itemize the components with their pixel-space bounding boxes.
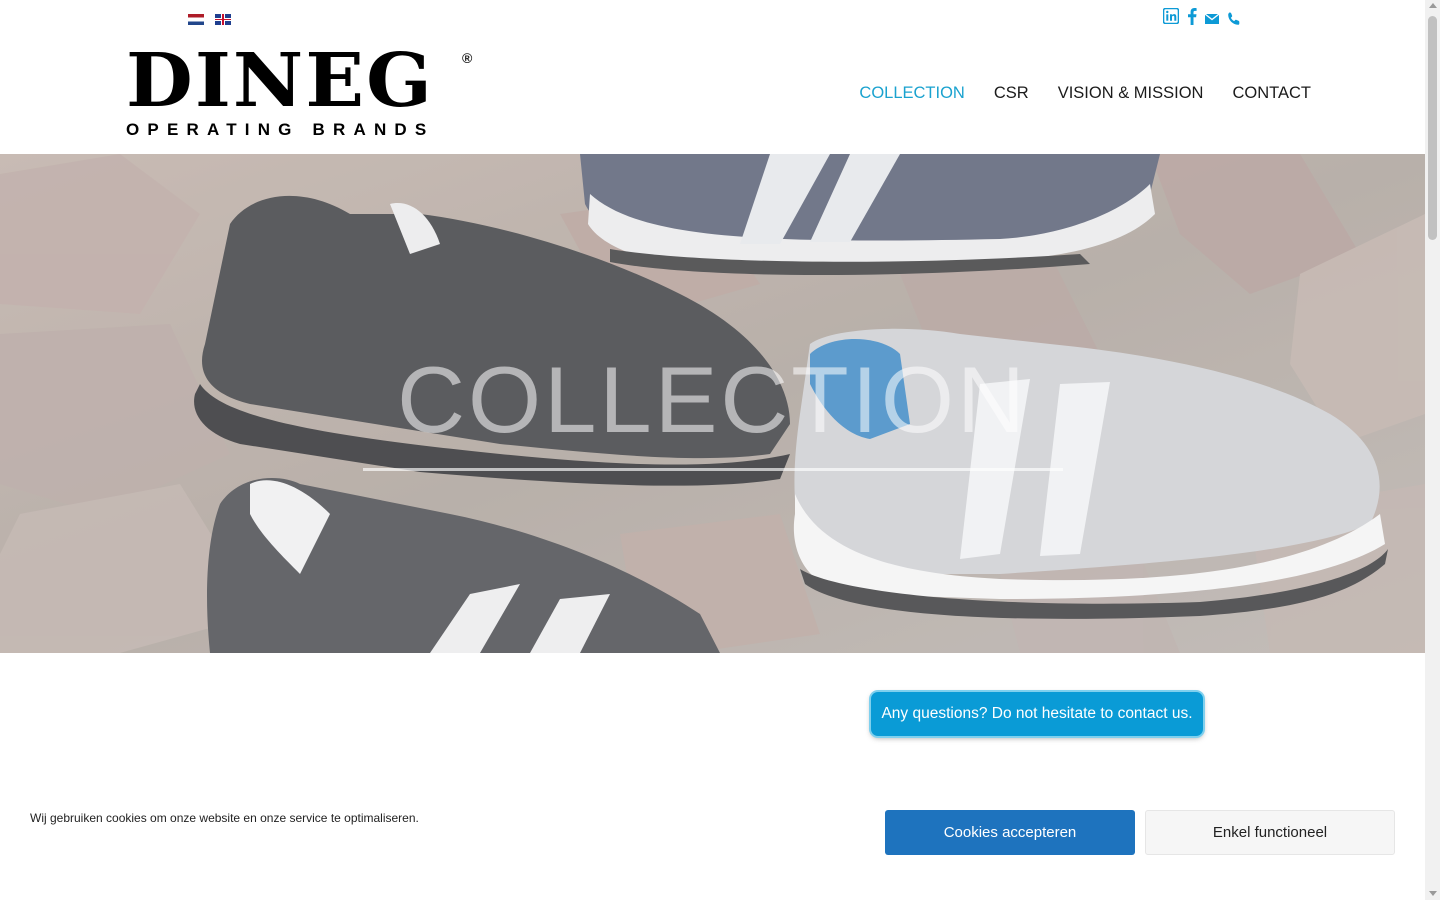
phone-icon[interactable] bbox=[1227, 12, 1241, 26]
contact-cta-button[interactable]: Any questions? Do not hesitate to contac… bbox=[871, 692, 1203, 736]
facebook-icon[interactable] bbox=[1187, 7, 1197, 25]
social-links bbox=[1163, 6, 1241, 26]
nav-item-collection[interactable]: COLLECTION bbox=[859, 84, 964, 103]
functional-only-button[interactable]: Enkel functioneel bbox=[1145, 810, 1395, 855]
page: DINEG OPERATING BRANDS ® COLLECTION CSR … bbox=[0, 0, 1440, 900]
hero-title: COLLECTION bbox=[397, 347, 1028, 452]
nav-item-contact[interactable]: CONTACT bbox=[1232, 84, 1311, 103]
scroll-up-arrow-icon[interactable] bbox=[1429, 3, 1437, 8]
email-icon[interactable] bbox=[1205, 13, 1219, 25]
nav-item-vision-mission[interactable]: VISION & MISSION bbox=[1058, 84, 1204, 103]
page-scrollbar[interactable] bbox=[1425, 0, 1440, 900]
nav-item-csr[interactable]: CSR bbox=[994, 84, 1029, 103]
hero-banner: COLLECTION bbox=[0, 154, 1425, 653]
scroll-down-arrow-icon[interactable] bbox=[1429, 891, 1437, 896]
dutch-flag-icon[interactable] bbox=[188, 14, 204, 25]
registered-mark: ® bbox=[462, 50, 473, 66]
main-nav: COLLECTION CSR VISION & MISSION CONTACT bbox=[859, 84, 1311, 103]
scroll-thumb[interactable] bbox=[1428, 16, 1437, 240]
hero-divider bbox=[363, 468, 1063, 471]
brand-name: DINEG bbox=[126, 38, 434, 124]
english-flag-icon[interactable] bbox=[215, 14, 231, 25]
cookie-banner: Wij gebruiken cookies om onze website en… bbox=[0, 770, 1425, 900]
cookie-message: Wij gebruiken cookies om onze website en… bbox=[30, 811, 419, 825]
language-switcher bbox=[188, 14, 231, 25]
accept-cookies-button[interactable]: Cookies accepteren bbox=[885, 810, 1135, 855]
brand-logo[interactable]: DINEG OPERATING BRANDS bbox=[100, 44, 502, 144]
linkedin-icon[interactable] bbox=[1163, 8, 1179, 24]
